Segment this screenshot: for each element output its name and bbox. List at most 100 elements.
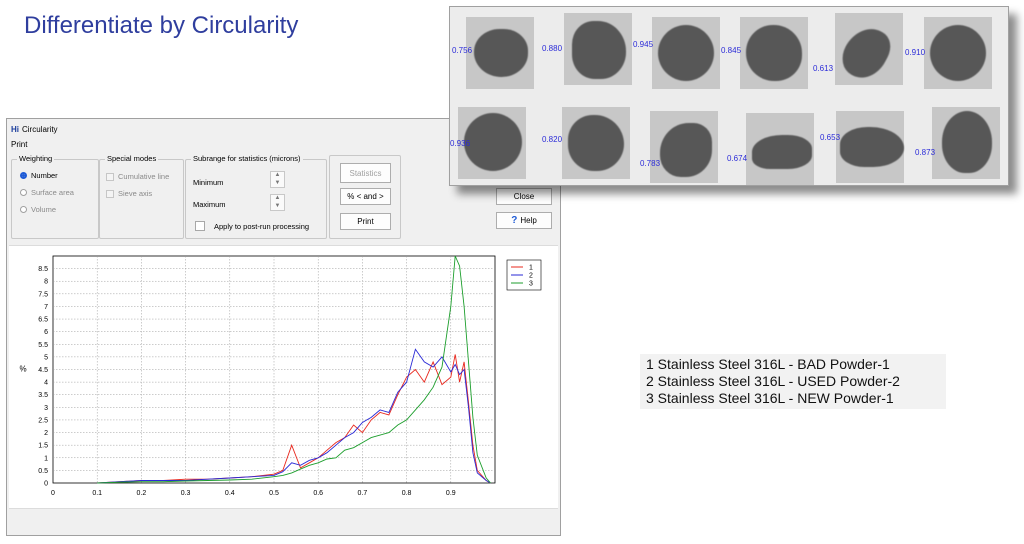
- y-tick-label: 3: [44, 405, 48, 412]
- y-tick-label: 7.5: [38, 291, 48, 298]
- particle-image: [572, 21, 626, 79]
- particle-cell: [564, 13, 632, 85]
- checkbox-cumulative-line[interactable]: Cumulative line: [106, 172, 169, 181]
- checkbox-apply-post-run[interactable]: Apply to post-run processing: [195, 221, 309, 231]
- close-button[interactable]: Close: [496, 188, 552, 205]
- weighting-label: Weighting: [17, 154, 55, 163]
- x-tick-label: 0.4: [225, 490, 235, 497]
- radio-selected-icon: [20, 172, 27, 179]
- spin-up-icon[interactable]: ▲: [271, 195, 284, 203]
- minimum-spinner[interactable]: ▲ ▼: [270, 171, 285, 188]
- sample-legend: 1 Stainless Steel 316L - BAD Powder-1 2 …: [640, 354, 946, 409]
- radio-number[interactable]: Number: [20, 171, 58, 180]
- particle-image: [658, 25, 714, 81]
- particle-image: [746, 25, 802, 81]
- particle-montage: 0.756 0.880 0.945 0.845 0.613 0.910 0.93…: [449, 6, 1009, 186]
- plot-panel: 0 0.5 1 1.5 2 2.5 3 3.5 4 4.5 5 5.5 6 6.5 7 7.5 8 8.5 0 0.1…: [9, 245, 558, 509]
- particle-cell: [740, 17, 808, 89]
- radio-surface-area[interactable]: Surface area: [20, 188, 74, 197]
- circularity-value: 0.674: [727, 154, 748, 163]
- y-tick-label: 3.5: [38, 392, 48, 399]
- radio-volume[interactable]: Volume: [20, 205, 56, 214]
- x-tick-label: 0.6: [313, 490, 323, 497]
- circularity-chart: 0 0.5 1 1.5 2 2.5 3 3.5 4 4.5 5 5.5 6 6.5 7 7.5 8 8.5 0 0.1…: [19, 255, 542, 497]
- spin-down-icon[interactable]: ▼: [271, 203, 284, 211]
- y-tick-label: 8: [44, 279, 48, 286]
- x-tick-label: 0.2: [137, 490, 147, 497]
- circularity-value: 0.845: [721, 46, 742, 55]
- y-tick-label: 6.5: [38, 317, 48, 324]
- app-icon: Hi: [11, 124, 19, 134]
- particle-image: [474, 29, 528, 77]
- particle-image: [840, 127, 904, 167]
- legend-label: 1: [529, 265, 533, 272]
- circularity-value: 0.783: [640, 159, 661, 168]
- subrange-label: Subrange for statistics (microns): [191, 154, 303, 163]
- subrange-group: Subrange for statistics (microns) Minimu…: [185, 154, 327, 239]
- circularity-value: 0.945: [633, 40, 654, 49]
- particle-cell: [835, 13, 903, 86]
- particle-cell: [836, 111, 904, 183]
- y-tick-label: 0: [44, 481, 48, 488]
- y-tick-label: 1: [44, 455, 48, 462]
- particle-cell: [932, 107, 1000, 179]
- circularity-value: 0.910: [905, 48, 926, 57]
- x-tick-label: 0.8: [402, 490, 412, 497]
- print-button[interactable]: Print: [340, 213, 391, 230]
- y-tick-label: 2.5: [38, 417, 48, 424]
- maximum-spinner[interactable]: ▲ ▼: [270, 194, 285, 211]
- slide-title: Differentiate by Circularity: [24, 12, 299, 39]
- y-tick-label: 4: [44, 380, 48, 387]
- dialog-title: Circularity: [22, 124, 58, 134]
- y-tick-label: 4.5: [38, 367, 48, 374]
- particle-cell: [652, 17, 720, 89]
- y-tick-label: 5: [44, 354, 48, 361]
- checkbox-sieve-axis[interactable]: Sieve axis: [106, 189, 152, 198]
- y-tick-label: 0.5: [38, 468, 48, 475]
- help-button[interactable]: ? Help: [496, 212, 552, 229]
- x-tick-label: 0.3: [181, 490, 191, 497]
- radio-empty-icon: [20, 206, 27, 213]
- particle-cell: [924, 17, 992, 89]
- circularity-value: 0.873: [915, 148, 936, 157]
- circularity-value: 0.653: [820, 133, 841, 142]
- x-tick-label: 0.7: [358, 490, 368, 497]
- percent-button[interactable]: % < and >: [340, 188, 391, 205]
- particle-cell: [746, 113, 814, 185]
- legend-label: 3: [529, 281, 533, 288]
- particle-cell: [562, 107, 630, 179]
- menu-item-print[interactable]: Print: [11, 140, 27, 149]
- help-icon: ?: [511, 215, 518, 226]
- circularity-value: 0.820: [542, 135, 563, 144]
- checkbox-icon: [106, 189, 114, 198]
- y-tick-label: 5.5: [38, 342, 48, 349]
- sample-item: 1 Stainless Steel 316L - BAD Powder-1: [646, 356, 890, 372]
- sample-item: 2 Stainless Steel 316L - USED Powder-2: [646, 373, 900, 389]
- dialog-titlebar: Hi Circularity: [11, 123, 58, 135]
- checkbox-icon: [106, 172, 114, 181]
- x-tick-label: 0: [51, 490, 55, 497]
- weighting-group: Weighting Number Surface area Volume: [11, 154, 99, 239]
- y-tick-label: 2: [44, 430, 48, 437]
- special-modes-group: Special modes Cumulative line Sieve axis: [99, 154, 184, 239]
- minimum-label: Minimum: [193, 178, 224, 187]
- y-tick-label: 1.5: [38, 443, 48, 450]
- y-tick-label: 7: [44, 304, 48, 311]
- statistics-button[interactable]: Statistics: [340, 163, 391, 183]
- radio-empty-icon: [20, 189, 27, 196]
- checkbox-icon: [195, 221, 205, 231]
- y-tick-label: 6: [44, 329, 48, 336]
- spin-down-icon[interactable]: ▼: [271, 180, 284, 188]
- legend-label: 2: [529, 273, 533, 280]
- spin-up-icon[interactable]: ▲: [271, 172, 284, 180]
- help-label: Help: [520, 216, 537, 225]
- particle-cell: [466, 17, 534, 89]
- special-modes-label: Special modes: [105, 154, 159, 163]
- particle-image: [942, 111, 992, 173]
- menubar: Print: [11, 140, 27, 149]
- y-axis-label: %: [19, 365, 26, 374]
- circularity-value: 0.880: [542, 44, 563, 53]
- particle-image: [568, 115, 624, 171]
- sample-item: 3 Stainless Steel 316L - NEW Powder-1: [646, 390, 894, 406]
- particle-image: [660, 123, 712, 177]
